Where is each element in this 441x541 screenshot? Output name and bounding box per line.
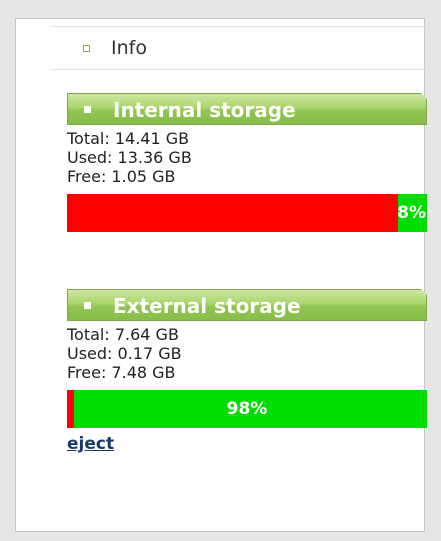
internal-used-fill <box>67 194 399 232</box>
internal-storage-section: Internal storage Total: 14.41 GB Used: 1… <box>67 93 427 232</box>
storage-panel: Info Internal storage Total: 14.41 GB Us… <box>15 18 427 532</box>
square-outline-icon <box>83 45 90 52</box>
external-free: Free: 7.48 GB <box>67 363 176 382</box>
square-filled-icon <box>84 302 91 309</box>
internal-storage-title: Internal storage <box>113 98 296 122</box>
internal-used: Used: 13.36 GB <box>67 148 192 167</box>
internal-storage-header: Internal storage <box>67 93 427 125</box>
external-free-percent: 98% <box>226 399 268 419</box>
external-storage-title: External storage <box>113 294 301 318</box>
external-total: Total: 7.64 GB <box>67 325 179 344</box>
internal-free-percent: 8% <box>397 203 426 223</box>
internal-total: Total: 14.41 GB <box>67 129 190 148</box>
external-used: Used: 0.17 GB <box>67 344 182 363</box>
info-nav-item[interactable]: Info <box>51 26 427 70</box>
square-filled-icon <box>84 106 91 113</box>
external-usage-bar: 98% <box>67 390 427 428</box>
info-label[interactable]: Info <box>111 37 147 59</box>
external-storage-header: External storage <box>67 289 427 321</box>
eject-link[interactable]: eject <box>67 434 114 454</box>
external-storage-section: External storage Total: 7.64 GB Used: 0.… <box>67 289 427 454</box>
external-storage-stats: Total: 7.64 GB Used: 0.17 GB Free: 7.48 … <box>67 325 427 382</box>
internal-usage-bar: 8% <box>67 194 427 232</box>
internal-storage-stats: Total: 14.41 GB Used: 13.36 GB Free: 1.0… <box>67 129 427 186</box>
internal-free: Free: 1.05 GB <box>67 167 176 186</box>
